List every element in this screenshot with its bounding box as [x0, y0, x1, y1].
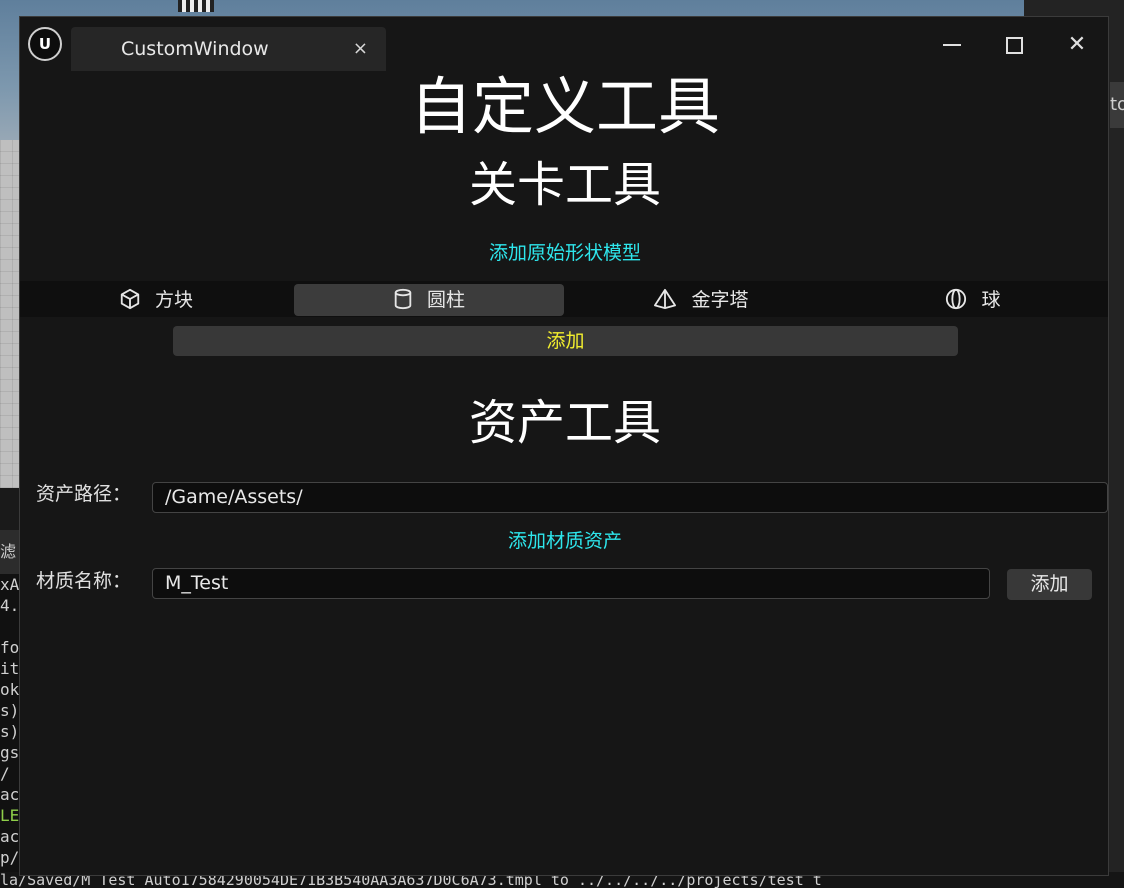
pyramid-icon — [654, 288, 677, 309]
output-log-line: s) — [0, 722, 20, 741]
output-log-line: ok — [0, 680, 20, 699]
minimize-button[interactable] — [930, 27, 974, 63]
output-log-line: / — [0, 764, 10, 783]
asset-tools-heading: 资产工具 — [468, 395, 661, 451]
output-log-line: 4. — [0, 596, 20, 615]
output-log-panel: 滤 xA 4. fo it ok s) s) gs / ac LE ac p/ — [0, 530, 20, 888]
window-titlebar[interactable]: U CustomWindow × ✕ — [20, 17, 1108, 73]
level-tools-heading: 关卡工具 — [468, 157, 661, 213]
shape-option-cube[interactable]: 方块 — [20, 284, 292, 316]
output-log-line: fo — [0, 638, 20, 657]
custom-window: U CustomWindow × ✕ 自定义工具 关卡工具 添加原始形状模型 方… — [19, 16, 1109, 876]
shape-segmented-control: 方块 圆柱 金字塔 球 — [20, 281, 1108, 317]
close-icon: ✕ — [1067, 32, 1087, 57]
editor-right-panel-button[interactable]: to — [1110, 82, 1124, 128]
output-log-line: p/ — [0, 848, 20, 867]
maximize-button[interactable] — [992, 27, 1036, 63]
output-log-line: xA — [0, 575, 20, 594]
window-tab[interactable]: CustomWindow × — [71, 27, 386, 71]
output-log-line: ac — [0, 785, 20, 804]
asset-path-input[interactable]: /Game/Assets/ — [152, 482, 1108, 513]
output-log-line: gs — [0, 743, 20, 762]
shape-option-label: 金字塔 — [691, 289, 749, 311]
window-tab-title: CustomWindow — [121, 38, 269, 60]
tab-close-icon[interactable]: × — [353, 27, 368, 71]
add-material-asset-label: 添加材质资产 — [507, 530, 622, 552]
shape-option-label: 球 — [981, 289, 1001, 311]
viewport-floor-grid — [0, 140, 20, 488]
maximize-icon — [1005, 36, 1023, 54]
minimize-icon — [943, 44, 961, 46]
add-material-button[interactable]: 添加 — [1007, 569, 1092, 600]
output-log-line: it — [0, 659, 20, 678]
shape-option-label: 圆柱 — [426, 289, 465, 311]
page-title: 自定义工具 — [409, 70, 720, 143]
material-name-input[interactable]: M_Test — [152, 568, 990, 599]
add-primitive-button[interactable]: 添加 — [173, 326, 958, 356]
output-log-line: LE — [0, 806, 20, 825]
shape-option-sphere[interactable]: 球 — [838, 284, 1108, 316]
shape-option-pyramid[interactable]: 金字塔 — [566, 284, 836, 316]
output-log-line: s) — [0, 701, 20, 720]
cube-icon — [120, 288, 140, 309]
sphere-icon — [946, 288, 967, 309]
unreal-logo-icon: U — [28, 27, 62, 61]
viewport-gizmo — [178, 0, 214, 12]
add-primitive-shape-label: 添加原始形状模型 — [488, 242, 641, 264]
cylinder-icon — [394, 288, 412, 309]
shape-option-label: 方块 — [154, 289, 193, 311]
output-log-filter-tab[interactable]: 滤 — [0, 530, 20, 574]
shape-option-cylinder[interactable]: 圆柱 — [294, 284, 564, 316]
asset-path-label: 资产路径： — [36, 483, 132, 505]
output-log-lines: xA 4. fo it ok s) s) gs / ac LE ac p/ — [0, 574, 20, 868]
output-log-line: ac — [0, 827, 20, 846]
material-name-label: 材质名称： — [36, 570, 132, 592]
output-log-line — [0, 616, 20, 637]
close-button[interactable]: ✕ — [1055, 27, 1099, 63]
